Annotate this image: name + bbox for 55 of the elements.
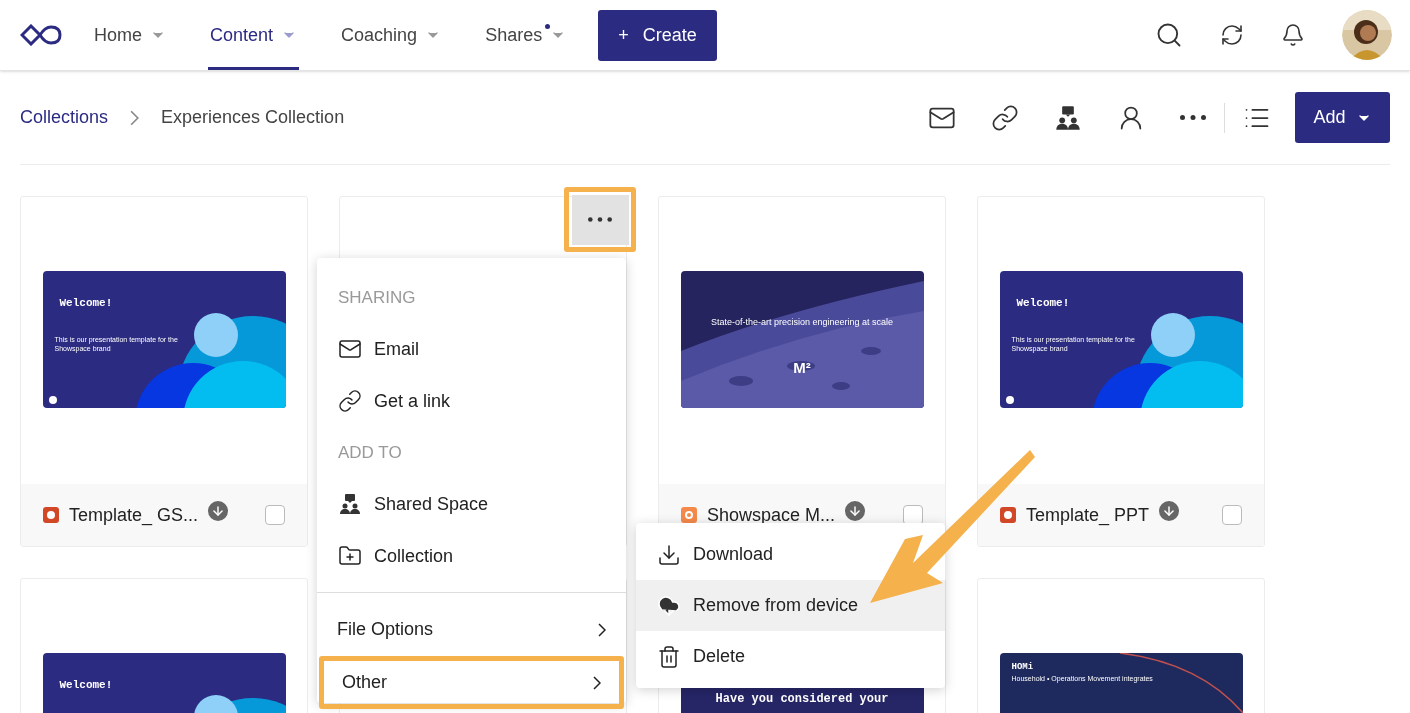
menu-item[interactable]: Remove from device bbox=[636, 580, 945, 631]
slide-mark: M² bbox=[792, 358, 812, 378]
menu-item[interactable]: Collection bbox=[317, 530, 626, 582]
download-icon bbox=[657, 542, 681, 567]
menu-section-heading: ADD TO bbox=[337, 441, 403, 464]
more-icon bbox=[588, 217, 612, 222]
nav-tab[interactable]: Coaching bbox=[339, 0, 444, 70]
slide-title: State-of-the-art precision engineering at scale bbox=[709, 316, 895, 329]
add-button[interactable]: Add bbox=[1295, 92, 1390, 143]
checkbox[interactable] bbox=[265, 505, 285, 525]
shared-space-icon bbox=[1054, 103, 1082, 132]
slide-title: HOMi bbox=[1011, 661, 1034, 674]
file-name: Template_ GS... bbox=[69, 503, 199, 528]
create-button[interactable]: + Create bbox=[598, 9, 717, 61]
download-badge-icon bbox=[1159, 501, 1180, 521]
folder-plus-icon bbox=[338, 544, 362, 568]
presentation-file-icon bbox=[1000, 507, 1016, 523]
nav-tab[interactable]: Shares bbox=[483, 0, 569, 70]
file-name: Template_ PPT bbox=[1026, 503, 1150, 528]
nav-tab[interactable]: Content bbox=[208, 0, 300, 70]
mail-icon bbox=[338, 337, 362, 361]
link-icon[interactable] bbox=[991, 103, 1019, 132]
menu-item[interactable]: Email bbox=[317, 323, 626, 375]
logo-icon[interactable] bbox=[20, 24, 62, 46]
checkbox[interactable] bbox=[1222, 505, 1242, 525]
checkbox[interactable] bbox=[903, 505, 923, 525]
search-icon[interactable] bbox=[1155, 21, 1183, 49]
more-icon[interactable] bbox=[1180, 115, 1206, 120]
notification-icon[interactable] bbox=[1281, 23, 1305, 47]
menu-item[interactable]: Delete bbox=[636, 631, 945, 682]
download-badge-icon bbox=[845, 501, 866, 521]
trash-icon bbox=[657, 644, 681, 669]
file-card[interactable]: Welcome! bbox=[20, 578, 308, 713]
presentation-file-icon bbox=[43, 507, 59, 523]
slide-title: Welcome! bbox=[59, 296, 113, 311]
sync-icon[interactable] bbox=[1220, 23, 1244, 47]
breadcrumb-current: Experiences Collection bbox=[161, 106, 345, 129]
download-badge-icon bbox=[208, 501, 229, 521]
link-icon bbox=[338, 389, 362, 413]
slide-title: Welcome! bbox=[59, 678, 113, 693]
chevron-icon bbox=[130, 109, 140, 126]
file-name: Showspace M... bbox=[707, 503, 836, 527]
menu-section-heading: SHARING bbox=[337, 286, 417, 309]
breadcrumb-link[interactable]: Collections bbox=[20, 104, 109, 131]
submenu-item[interactable]: Other bbox=[319, 656, 624, 709]
menu-item[interactable]: Get a link bbox=[317, 375, 626, 427]
slide-title: Have you considered your bbox=[714, 691, 890, 708]
chevron-icon bbox=[598, 622, 606, 637]
chevron-icon bbox=[593, 675, 601, 690]
submenu-item[interactable]: File Options bbox=[319, 603, 624, 656]
menu-item[interactable]: Shared Space bbox=[317, 478, 626, 530]
shared-space-icon bbox=[338, 492, 362, 516]
nav-tab[interactable]: Home bbox=[92, 0, 168, 70]
cloud-download-icon bbox=[657, 593, 681, 618]
slide-title: Welcome! bbox=[1016, 296, 1070, 311]
